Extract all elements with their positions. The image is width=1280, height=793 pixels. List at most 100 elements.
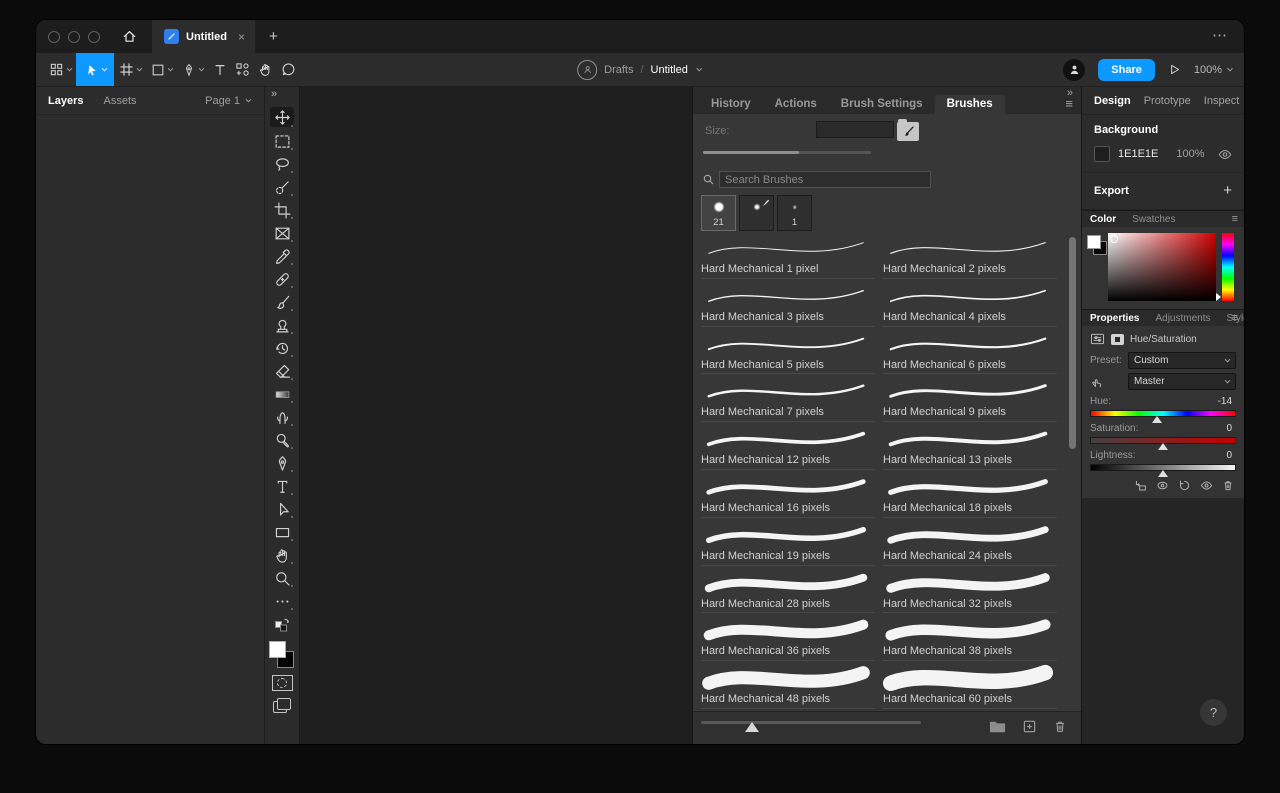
size-slider[interactable]: [703, 151, 871, 154]
saturation-slider-handle[interactable]: [1158, 443, 1168, 450]
tab-actions[interactable]: Actions: [775, 95, 817, 116]
clone-stamp-tool[interactable]: [270, 317, 294, 334]
lightness-slider[interactable]: [1090, 464, 1236, 477]
breadcrumb-file[interactable]: Untitled: [651, 64, 688, 76]
brush-item[interactable]: Hard Mechanical 5 pixels: [701, 327, 875, 375]
swap-colors-icon[interactable]: [274, 618, 291, 632]
type-tool[interactable]: [270, 478, 294, 495]
hue-strip[interactable]: [1222, 233, 1234, 301]
saturation-value[interactable]: 0: [1226, 423, 1236, 434]
visibility-eye-icon[interactable]: [1218, 149, 1232, 160]
move-tool[interactable]: [270, 107, 294, 127]
crop-tool[interactable]: [270, 202, 294, 219]
lightness-slider-handle[interactable]: [1158, 470, 1168, 477]
brush-item[interactable]: Hard Mechanical 9 pixels: [883, 374, 1057, 423]
tab-design[interactable]: Design: [1094, 95, 1131, 107]
page-selector[interactable]: Page 1: [205, 95, 252, 107]
actions-button[interactable]: [230, 53, 253, 86]
saturation-brightness-field[interactable]: [1108, 233, 1216, 301]
background-opacity[interactable]: 100%: [1176, 148, 1204, 160]
slider-handle[interactable]: [745, 722, 759, 732]
window-close-button[interactable]: [48, 30, 60, 43]
healing-brush-tool[interactable]: [270, 271, 294, 288]
recent-brush-tile[interactable]: [739, 195, 774, 231]
eraser-tool[interactable]: [270, 363, 294, 380]
search-brushes-input[interactable]: [719, 171, 931, 188]
move-tool-button[interactable]: [76, 53, 114, 86]
preset-select[interactable]: Custom: [1128, 352, 1236, 369]
lasso-tool[interactable]: [270, 156, 294, 173]
text-tool-button[interactable]: [208, 53, 230, 86]
breadcrumb-project[interactable]: Drafts: [604, 64, 633, 76]
present-button[interactable]: [1168, 63, 1181, 76]
brush-item[interactable]: Hard Mechanical 38 pixels: [883, 613, 1057, 662]
brush-item[interactable]: Hard Mechanical 7 pixels: [701, 374, 875, 423]
new-group-folder-icon[interactable]: [989, 719, 1006, 734]
visibility-icon[interactable]: [1200, 479, 1213, 492]
tab-properties[interactable]: Properties: [1090, 313, 1139, 324]
quick-mask-icon[interactable]: [271, 675, 293, 691]
pen-tool[interactable]: [270, 455, 294, 472]
window-zoom-button[interactable]: [88, 30, 100, 43]
reset-icon[interactable]: [1178, 479, 1191, 492]
brush-item[interactable]: Hard Mechanical 60 pixels: [883, 661, 1057, 709]
brush-item[interactable]: Hard Mechanical 28 pixels: [701, 566, 875, 614]
brush-item[interactable]: Hard Mechanical 19 pixels: [701, 518, 875, 566]
brush-item[interactable]: Hard Mechanical 12 pixels: [701, 422, 875, 470]
window-minimize-button[interactable]: [68, 30, 80, 43]
tab-brushes[interactable]: Brushes: [934, 95, 1005, 116]
panel-menu-icon[interactable]: ≡: [1232, 312, 1238, 324]
smudge-tool[interactable]: [270, 409, 294, 426]
scrollbar-thumb[interactable]: [1069, 237, 1076, 449]
brush-item[interactable]: Hard Mechanical 48 pixels: [701, 661, 875, 709]
tab-assets[interactable]: Assets: [103, 95, 136, 107]
targeted-adjustment-icon[interactable]: [1090, 375, 1123, 389]
brush-item[interactable]: Hard Mechanical 1 pixel: [701, 231, 875, 279]
tab-color[interactable]: Color: [1090, 214, 1116, 225]
foreground-background-swatches[interactable]: [1087, 235, 1107, 255]
rectangle-tool[interactable]: [270, 524, 294, 541]
more-tools[interactable]: [270, 593, 294, 610]
brush-item[interactable]: Hard Mechanical 6 pixels: [883, 327, 1057, 375]
tab-brush-settings[interactable]: Brush Settings: [841, 95, 923, 116]
brush-item[interactable]: Hard Mechanical 4 pixels: [883, 279, 1057, 327]
preview-size-slider[interactable]: [701, 721, 921, 724]
hue-slider[interactable]: [1090, 410, 1236, 423]
brush-item[interactable]: Hard Mechanical 36 pixels: [701, 613, 875, 662]
dodge-tool[interactable]: [270, 432, 294, 449]
canvas[interactable]: [300, 87, 692, 744]
file-tab[interactable]: Untitled ×: [152, 20, 255, 53]
hand-tool-button[interactable]: [253, 53, 276, 86]
recent-brush-tile[interactable]: 1: [777, 195, 812, 231]
foreground-background-colors[interactable]: [269, 641, 295, 668]
brush-item[interactable]: Hard Mechanical 13 pixels: [883, 422, 1057, 470]
share-button[interactable]: Share: [1098, 58, 1155, 81]
delete-icon[interactable]: [1222, 479, 1234, 492]
gradient-tool[interactable]: [270, 386, 294, 403]
user-avatar[interactable]: [1063, 58, 1086, 81]
tab-prototype[interactable]: Prototype: [1144, 95, 1191, 107]
background-hex[interactable]: 1E1E1E: [1118, 148, 1158, 160]
tab-swatches[interactable]: Swatches: [1132, 214, 1175, 225]
background-color-swatch[interactable]: [1094, 146, 1110, 162]
hand-tool[interactable]: [270, 547, 294, 564]
screen-mode-icon[interactable]: [273, 698, 291, 713]
home-button[interactable]: [114, 20, 144, 53]
brush-item[interactable]: Hard Mechanical 3 pixels: [701, 279, 875, 327]
delete-brush-icon[interactable]: [1053, 719, 1067, 734]
foreground-color-swatch[interactable]: [269, 641, 286, 658]
hue-slider-handle[interactable]: [1152, 416, 1163, 423]
clip-to-layer-icon[interactable]: [1134, 479, 1147, 492]
brush-preset-button[interactable]: [897, 119, 919, 141]
zoom-tool[interactable]: [270, 570, 294, 587]
channel-select[interactable]: Master: [1128, 373, 1236, 390]
tab-adjustments[interactable]: Adjustments: [1155, 313, 1210, 324]
hue-strip-marker[interactable]: [1216, 293, 1221, 301]
brush-item[interactable]: Hard Mechanical 32 pixels: [883, 566, 1057, 614]
tab-history[interactable]: History: [711, 95, 751, 116]
main-menu-button[interactable]: [44, 53, 76, 86]
history-brush-tool[interactable]: [270, 340, 294, 357]
tab-close-icon[interactable]: ×: [238, 30, 245, 44]
more-menu-icon[interactable]: ⋯: [1212, 26, 1228, 44]
previous-state-icon[interactable]: [1156, 479, 1169, 492]
